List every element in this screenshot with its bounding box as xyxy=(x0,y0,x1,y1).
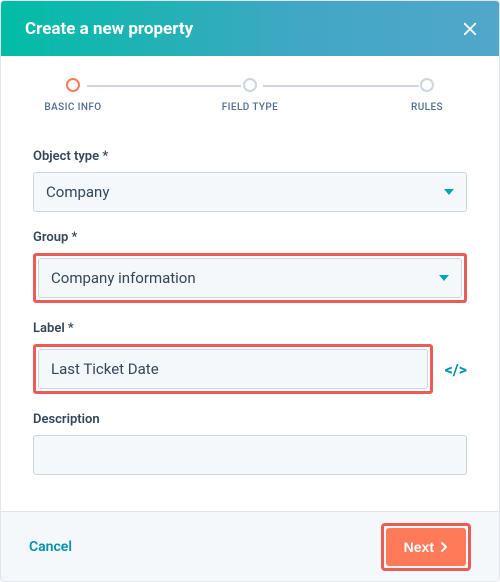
object-type-value: Company xyxy=(46,183,109,201)
step-label: RULES xyxy=(411,102,443,113)
description-input[interactable] xyxy=(33,435,467,475)
field-label: Label * Last Ticket Date </> xyxy=(33,321,467,394)
label-row: Last Ticket Date </> xyxy=(33,344,467,394)
step-circle-icon xyxy=(420,78,434,92)
object-type-select[interactable]: Company xyxy=(33,172,467,212)
description-label: Description xyxy=(33,412,467,427)
next-button-label: Next xyxy=(404,539,434,555)
code-icon[interactable]: </> xyxy=(445,360,467,379)
stepper: BASIC INFO FIELD TYPE RULES xyxy=(1,56,499,123)
form: Object type * Company Group * Company in… xyxy=(1,123,499,511)
close-icon[interactable] xyxy=(461,20,479,38)
cancel-button[interactable]: Cancel xyxy=(29,539,72,555)
label-input-value: Last Ticket Date xyxy=(51,360,159,378)
field-description: Description xyxy=(33,412,467,475)
group-value: Company information xyxy=(51,269,196,287)
next-button[interactable]: Next xyxy=(386,528,466,566)
label-input[interactable]: Last Ticket Date xyxy=(38,349,428,389)
step-basic-info[interactable]: BASIC INFO xyxy=(43,78,103,113)
step-circle-icon xyxy=(243,78,257,92)
group-select[interactable]: Company information xyxy=(38,258,462,298)
chevron-down-icon xyxy=(439,275,449,281)
step-label: BASIC INFO xyxy=(44,102,101,113)
modal-title: Create a new property xyxy=(25,19,193,39)
modal-header: Create a new property xyxy=(1,1,499,56)
stepper-bar xyxy=(87,85,241,87)
group-label: Group * xyxy=(33,230,467,245)
chevron-right-icon xyxy=(440,541,448,553)
highlight-label: Last Ticket Date xyxy=(33,344,433,394)
field-object-type: Object type * Company xyxy=(33,149,467,212)
stepper-bar xyxy=(263,85,419,87)
object-type-label: Object type * xyxy=(33,149,467,164)
field-group: Group * Company information xyxy=(33,230,467,303)
step-label: FIELD TYPE xyxy=(222,102,278,113)
highlight-next: Next xyxy=(381,523,471,571)
create-property-modal: Create a new property BASIC INFO FIELD T… xyxy=(0,0,500,582)
step-rules[interactable]: RULES xyxy=(397,78,457,113)
step-field-type[interactable]: FIELD TYPE xyxy=(220,78,280,113)
step-circle-icon xyxy=(66,78,80,92)
chevron-down-icon xyxy=(444,189,454,195)
highlight-group: Company information xyxy=(33,253,467,303)
label-field-label: Label * xyxy=(33,321,467,336)
footer: Cancel Next xyxy=(1,511,499,581)
